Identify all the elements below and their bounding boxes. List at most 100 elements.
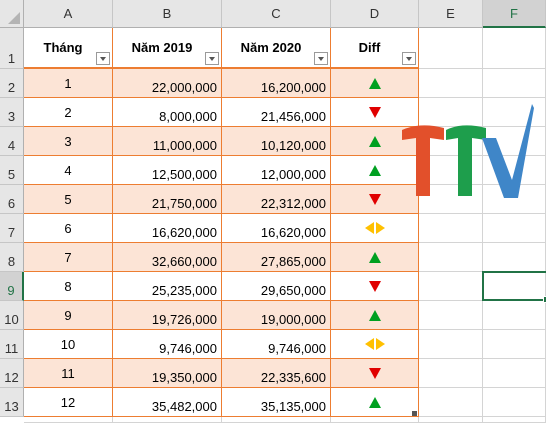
header-cell-c[interactable]: Năm 2020 <box>222 28 331 69</box>
column-header-a[interactable]: A <box>24 0 113 28</box>
value-2020-cell[interactable]: 22,335,600 <box>222 359 331 388</box>
row-header-13[interactable]: 13 <box>0 388 24 417</box>
column-header-d[interactable]: D <box>331 0 419 28</box>
month-cell[interactable]: 5 <box>24 185 113 214</box>
value-2019-cell[interactable]: 12,500,000 <box>113 156 222 185</box>
value-2020-cell[interactable]: 21,456,000 <box>222 98 331 127</box>
diff-cell[interactable] <box>331 359 419 388</box>
header-cell-b[interactable]: Năm 2019 <box>113 28 222 69</box>
cell-e7[interactable] <box>419 214 483 243</box>
month-cell[interactable]: 1 <box>24 69 113 98</box>
cell-a14[interactable] <box>24 417 113 423</box>
cell-f14[interactable] <box>483 417 546 423</box>
cell-f7[interactable] <box>483 214 546 243</box>
value-2020-cell[interactable]: 9,746,000 <box>222 330 331 359</box>
cell-e13[interactable] <box>419 388 483 417</box>
header-label: Năm 2019 <box>131 40 193 55</box>
row-header-12[interactable]: 12 <box>0 359 24 388</box>
value-2020-cell[interactable]: 12,000,000 <box>222 156 331 185</box>
diff-cell[interactable] <box>331 301 419 330</box>
logo-v-shape-blue <box>482 104 534 198</box>
cell-f11[interactable] <box>483 330 546 359</box>
diff-cell[interactable] <box>331 388 419 417</box>
row-header-2[interactable]: 2 <box>0 69 24 98</box>
value-2019-cell[interactable]: 25,235,000 <box>113 272 222 301</box>
header-cell-a[interactable]: Tháng <box>24 28 113 69</box>
value-2019-cell[interactable]: 16,620,000 <box>113 214 222 243</box>
diff-cell[interactable] <box>331 243 419 272</box>
row-header-9[interactable]: 9 <box>0 272 24 301</box>
row-header-8[interactable]: 8 <box>0 243 24 272</box>
cell-c14[interactable] <box>222 417 331 423</box>
value-2020-cell[interactable]: 27,865,000 <box>222 243 331 272</box>
table-resize-handle[interactable] <box>412 411 417 416</box>
diff-cell[interactable] <box>331 69 419 98</box>
row-header-3[interactable]: 3 <box>0 98 24 127</box>
month-cell[interactable]: 12 <box>24 388 113 417</box>
cell-e12[interactable] <box>419 359 483 388</box>
column-header-b[interactable]: B <box>113 0 222 28</box>
cell-f10[interactable] <box>483 301 546 330</box>
select-all-corner[interactable] <box>0 0 24 28</box>
value-2019-cell[interactable]: 9,746,000 <box>113 330 222 359</box>
value-2020-cell[interactable]: 35,135,000 <box>222 388 331 417</box>
cell-e11[interactable] <box>419 330 483 359</box>
cell-f13[interactable] <box>483 388 546 417</box>
filter-dropdown-icon[interactable] <box>402 52 416 65</box>
value-2019-cell[interactable]: 35,482,000 <box>113 388 222 417</box>
cell-e2[interactable] <box>419 69 483 98</box>
row-header-1[interactable]: 1 <box>0 28 24 69</box>
diff-cell[interactable] <box>331 272 419 301</box>
month-cell[interactable]: 9 <box>24 301 113 330</box>
row-header-7[interactable]: 7 <box>0 214 24 243</box>
ttv-logo <box>402 104 534 198</box>
cell-b14[interactable] <box>113 417 222 423</box>
value-2019-cell[interactable]: 19,350,000 <box>113 359 222 388</box>
value-2020-cell[interactable]: 19,000,000 <box>222 301 331 330</box>
row-header-11[interactable]: 11 <box>0 330 24 359</box>
value-2020-cell[interactable]: 16,200,000 <box>222 69 331 98</box>
value-2019-cell[interactable]: 11,000,000 <box>113 127 222 156</box>
column-header-e[interactable]: E <box>419 0 483 28</box>
header-cell-d[interactable]: Diff <box>331 28 419 69</box>
cell-f2[interactable] <box>483 69 546 98</box>
cell-e9[interactable] <box>419 272 483 301</box>
cell-e10[interactable] <box>419 301 483 330</box>
filter-dropdown-icon[interactable] <box>96 52 110 65</box>
month-cell[interactable]: 4 <box>24 156 113 185</box>
value-2020-cell[interactable]: 10,120,000 <box>222 127 331 156</box>
value-2019-cell[interactable]: 21,750,000 <box>113 185 222 214</box>
cell-e14[interactable] <box>419 417 483 423</box>
diff-cell[interactable] <box>331 330 419 359</box>
cell-f1[interactable] <box>483 28 546 69</box>
filter-dropdown-icon[interactable] <box>314 52 328 65</box>
value-2019-cell[interactable]: 8,000,000 <box>113 98 222 127</box>
month-cell[interactable]: 3 <box>24 127 113 156</box>
active-cell-f9[interactable] <box>482 271 546 303</box>
row-header-10[interactable]: 10 <box>0 301 24 330</box>
value-2019-cell[interactable]: 22,000,000 <box>113 69 222 98</box>
month-cell[interactable]: 6 <box>24 214 113 243</box>
cell-e8[interactable] <box>419 243 483 272</box>
cell-e1[interactable] <box>419 28 483 69</box>
value-2019-cell[interactable]: 32,660,000 <box>113 243 222 272</box>
month-cell[interactable]: 7 <box>24 243 113 272</box>
row-header-5[interactable]: 5 <box>0 156 24 185</box>
row-header-6[interactable]: 6 <box>0 185 24 214</box>
column-header-c[interactable]: C <box>222 0 331 28</box>
row-header-4[interactable]: 4 <box>0 127 24 156</box>
value-2020-cell[interactable]: 16,620,000 <box>222 214 331 243</box>
cell-f12[interactable] <box>483 359 546 388</box>
cell-d14[interactable] <box>331 417 419 423</box>
value-2019-cell[interactable]: 19,726,000 <box>113 301 222 330</box>
month-cell[interactable]: 8 <box>24 272 113 301</box>
diff-cell[interactable] <box>331 214 419 243</box>
value-2020-cell[interactable]: 29,650,000 <box>222 272 331 301</box>
column-header-f[interactable]: F <box>483 0 546 28</box>
value-2020-cell[interactable]: 22,312,000 <box>222 185 331 214</box>
month-cell[interactable]: 11 <box>24 359 113 388</box>
month-cell[interactable]: 10 <box>24 330 113 359</box>
filter-dropdown-icon[interactable] <box>205 52 219 65</box>
cell-f8[interactable] <box>483 243 546 272</box>
month-cell[interactable]: 2 <box>24 98 113 127</box>
